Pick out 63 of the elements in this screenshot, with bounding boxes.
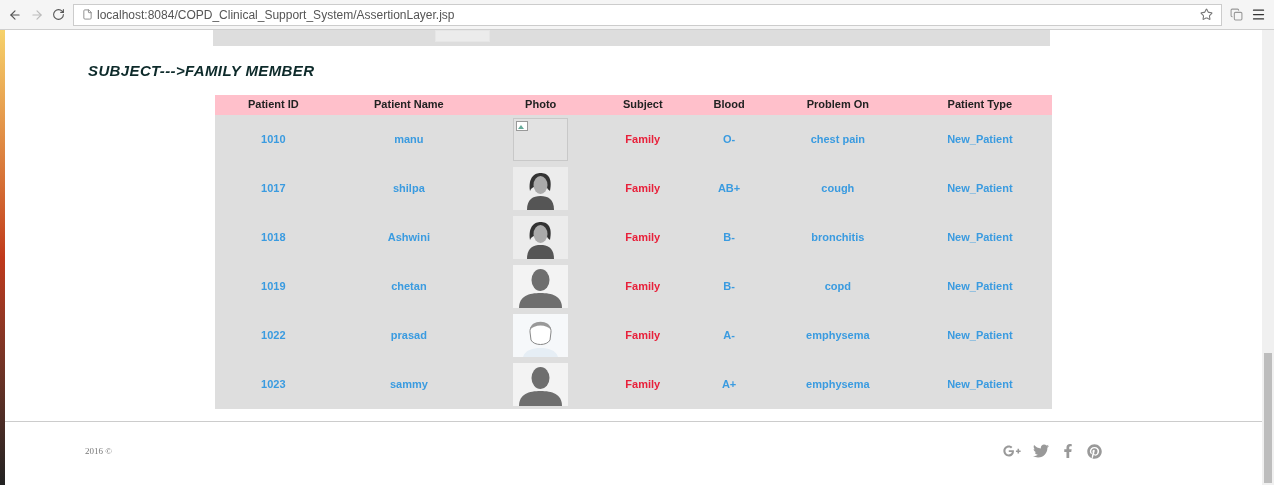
forward-icon[interactable]: [30, 7, 44, 22]
table-cell: 1019: [215, 261, 332, 311]
table-cell: New_Patient: [907, 212, 1052, 262]
female-avatar-icon: [513, 166, 569, 210]
column-header: Subject: [595, 94, 691, 115]
table-cell: 1018: [215, 212, 332, 262]
column-header: Blood: [690, 94, 768, 115]
table-cell: copd: [767, 261, 908, 311]
table-cell: A-: [690, 310, 768, 360]
table-cell: New_Patient: [907, 114, 1052, 164]
table-cell: shilpa: [331, 163, 487, 213]
table-cell: manu: [331, 114, 487, 164]
table-cell: A+: [690, 359, 768, 409]
table-cell: chest pain: [767, 114, 908, 164]
table-cell: Ashwini: [331, 212, 487, 262]
pinterest-icon[interactable]: [1087, 443, 1102, 459]
column-header: Photo: [486, 94, 596, 115]
table-cell: New_Patient: [907, 359, 1052, 409]
table-cell: Family: [595, 310, 691, 360]
table-cell: emphysema: [767, 359, 908, 409]
table-cell: Family: [595, 261, 691, 311]
table-cell: emphysema: [767, 310, 908, 360]
section-heading: SUBJECT--->FAMILY MEMBER: [88, 61, 316, 81]
table-cell: Family: [595, 212, 691, 262]
table-cell: New_Patient: [907, 261, 1052, 311]
table-cell: prasad: [331, 310, 487, 360]
table-cell: O-: [690, 114, 768, 164]
table-cell: New_Patient: [907, 163, 1052, 213]
table-cell: Family: [595, 114, 691, 164]
female-avatar-icon: [513, 215, 569, 259]
table-cell: New_Patient: [907, 310, 1052, 360]
url-text: localhost:8084/COPD_Clinical_Support_System/AssertionLayer.jsp: [97, 6, 455, 24]
back-icon[interactable]: [8, 7, 22, 22]
reload-icon[interactable]: [52, 8, 65, 21]
scrollbar-thumb[interactable]: [1264, 353, 1272, 483]
column-header: Patient ID: [215, 94, 332, 115]
star-icon[interactable]: [1200, 8, 1213, 21]
facebook-icon[interactable]: [1061, 444, 1075, 459]
address-bar[interactable]: localhost:8084/COPD_Clinical_Support_System/AssertionLayer.jsp: [73, 3, 1222, 26]
copyright-text: 2016 ©: [85, 444, 113, 458]
table-cell: B-: [690, 261, 768, 311]
column-header: Patient Name: [331, 94, 487, 115]
male-avatar-icon: [513, 264, 569, 308]
table-cell: cough: [767, 163, 908, 213]
table-cell: 1010: [215, 114, 332, 164]
table-cell: 1022: [215, 310, 332, 360]
table-cell: sammy: [331, 359, 487, 409]
table-cell: AB+: [690, 163, 768, 213]
table-cell: chetan: [331, 261, 487, 311]
table-cell: B-: [690, 212, 768, 262]
broken-image-icon: [513, 117, 569, 161]
menu-icon[interactable]: [1251, 7, 1266, 22]
twitter-icon[interactable]: [1033, 443, 1049, 460]
table-cell: 1023: [215, 359, 332, 409]
page-icon: [82, 9, 93, 20]
table-cell: Family: [595, 163, 691, 213]
male-avatar-icon: [513, 362, 569, 406]
column-header: Patient Type: [907, 94, 1052, 115]
table-cell: bronchitis: [767, 212, 908, 262]
column-header: Problem On: [767, 94, 908, 115]
person-sketch-icon: [513, 313, 569, 357]
table-cell: Family: [595, 359, 691, 409]
table-cell: 1017: [215, 163, 332, 213]
